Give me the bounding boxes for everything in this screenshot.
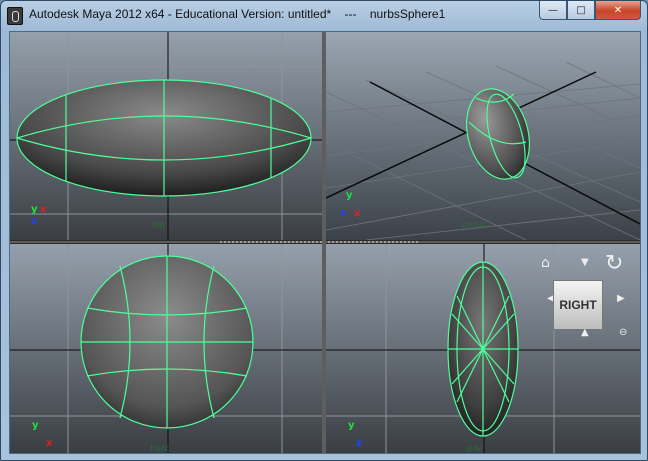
minimize-button[interactable]: — <box>539 1 567 20</box>
axis-x-label: x <box>354 208 361 219</box>
viewport-label-front: front <box>150 444 170 453</box>
maya-window: Autodesk Maya 2012 x64 - Educational Ver… <box>0 0 648 461</box>
maximize-button[interactable]: □ <box>567 1 595 20</box>
viewport-side[interactable]: y z side <box>326 244 640 453</box>
axis-x-label: x <box>40 204 47 215</box>
axis-y-label: y <box>31 204 38 215</box>
view-cube[interactable]: RIGHT <box>553 280 603 330</box>
persp-view-canvas[interactable]: y x z <box>326 32 640 240</box>
axis-z-label: z <box>340 208 346 219</box>
axis-x-label: x <box>46 438 53 449</box>
front-view-canvas[interactable]: y x <box>10 244 322 453</box>
close-button[interactable]: ✕ <box>595 1 641 20</box>
home-icon[interactable]: ⌂ <box>541 255 550 271</box>
viewport-panel: y x z top y x z persp y x front y z side <box>9 31 641 454</box>
axis-y-label: y <box>346 190 353 201</box>
view-cube-arrow-up[interactable]: ▼ <box>581 257 589 268</box>
window-controls: — □ ✕ <box>539 1 641 21</box>
viewport-persp[interactable]: y x z persp <box>326 32 640 240</box>
side-view-canvas[interactable]: y z <box>326 244 640 453</box>
viewport-label-top: top <box>152 220 166 229</box>
viewport-label-persp: persp <box>462 220 485 229</box>
axis-y-label: y <box>32 420 39 431</box>
axis-y-label: y <box>348 420 355 431</box>
viewport-top[interactable]: y x z top <box>10 32 322 240</box>
view-cube-arrow-right[interactable]: ▶ <box>617 293 625 304</box>
rotate-arrow-icon[interactable]: ↻ <box>605 251 623 276</box>
viewport-front[interactable]: y x front <box>10 244 322 453</box>
menu-circle-icon[interactable]: ⊖ <box>619 327 627 338</box>
axis-z-label: z <box>356 438 362 449</box>
title-bar[interactable]: Autodesk Maya 2012 x64 - Educational Ver… <box>1 1 647 29</box>
maya-app-icon[interactable] <box>7 7 23 25</box>
viewport-label-side: side <box>466 444 483 453</box>
top-view-canvas[interactable]: y x z <box>10 32 322 240</box>
axis-z-label: z <box>31 216 37 227</box>
window-title: Autodesk Maya 2012 x64 - Educational Ver… <box>29 7 446 21</box>
view-cube-arrow-down[interactable]: ▲ <box>581 327 589 338</box>
